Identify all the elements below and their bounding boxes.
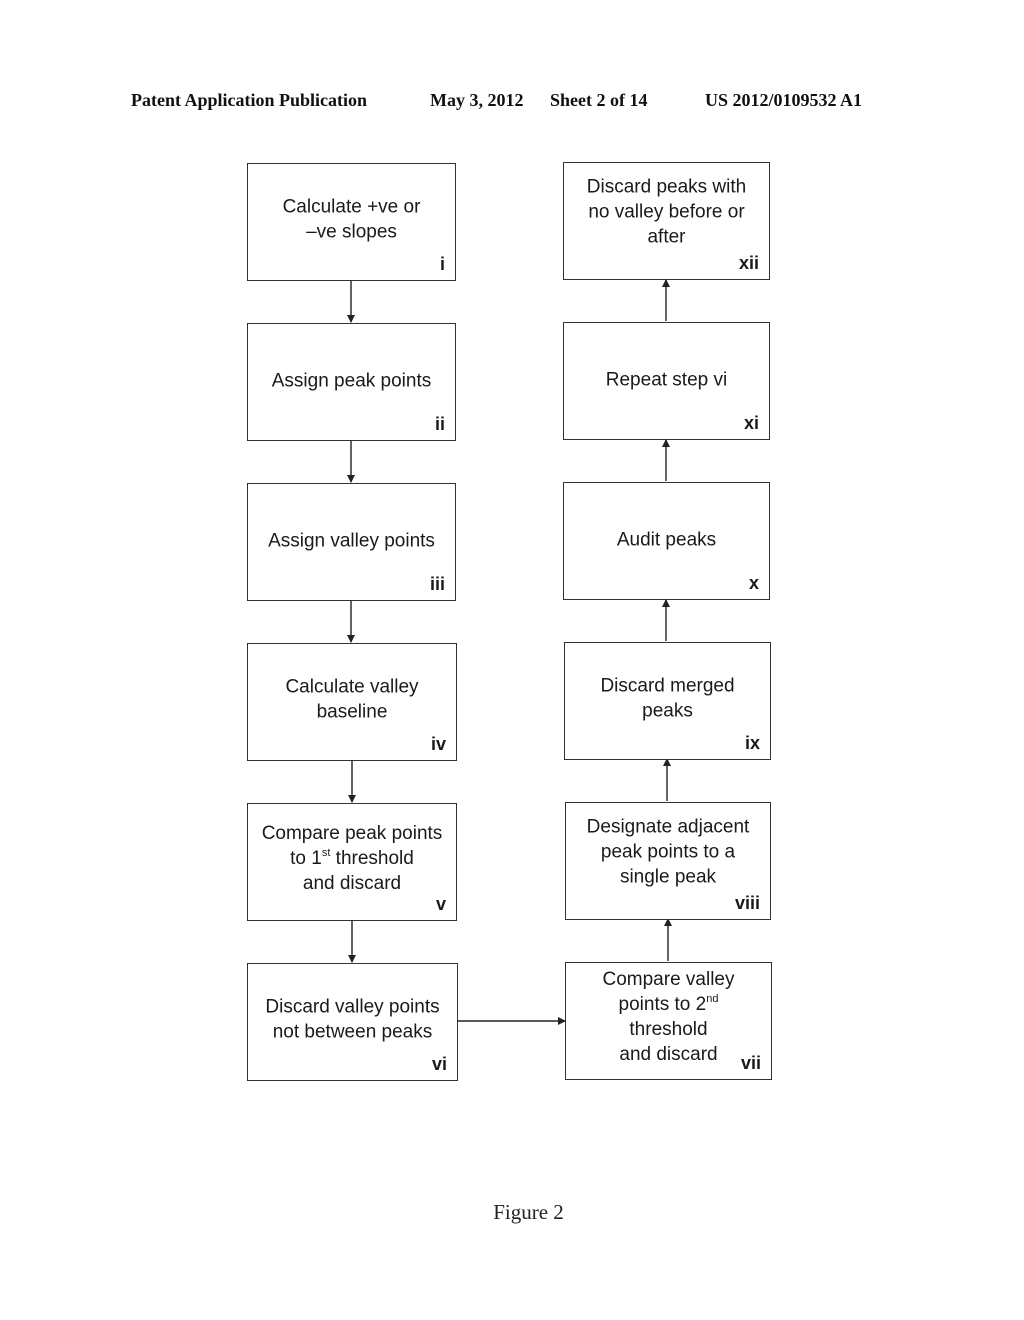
step-box-xi: Repeat step vi xi (563, 322, 770, 440)
step-label: Designate adjacent peak points to a sing… (586, 816, 750, 888)
step-number: iv (430, 734, 446, 754)
step-label: Calculate valley baseline (285, 676, 419, 723)
step-label: Compare valley points to 2nd threshold a… (602, 969, 735, 1065)
step-box-ii: Assign peak points ii (247, 323, 456, 441)
step-label: Assign peak points (271, 370, 432, 392)
step-box-vii: Compare valley points to 2nd threshold a… (565, 962, 772, 1080)
step-number: i (439, 254, 445, 274)
step-box-i: Calculate +ve or –ve slopes i (247, 163, 456, 281)
step-label: Discard peaks with no valley before or a… (586, 176, 747, 248)
step-number: x (748, 573, 759, 593)
step-number: iii (429, 574, 445, 594)
flow-connectors (347, 279, 672, 1025)
step-number: vi (431, 1054, 447, 1074)
step-box-iii: Assign valley points iii (247, 483, 456, 601)
step-label: Calculate +ve or –ve slopes (282, 196, 421, 243)
step-box-vi: Discard valley points not between peaks … (247, 963, 458, 1081)
step-box-ix: Discard merged peaks ix (564, 642, 771, 760)
step-number: v (435, 894, 446, 914)
step-box-x: Audit peaks x (563, 482, 770, 600)
step-label: Discard merged peaks (600, 675, 735, 722)
step-label: Assign valley points (268, 530, 435, 552)
step-label: Compare peak points to 1st threshold and… (261, 822, 443, 894)
step-number: viii (734, 893, 760, 913)
step-box-v: Compare peak points to 1st threshold and… (247, 803, 457, 921)
step-label: Audit peaks (616, 529, 717, 551)
step-number: ix (744, 733, 760, 753)
step-box-xii: Discard peaks with no valley before or a… (563, 162, 770, 280)
step-box-iv: Calculate valley baseline iv (247, 643, 457, 761)
step-label: Repeat step vi (605, 369, 728, 391)
step-number: ii (434, 414, 445, 434)
step-number: xi (743, 413, 759, 433)
figure-caption: Figure 2 (493, 1200, 564, 1224)
step-number: xii (738, 253, 759, 273)
step-number: vii (740, 1053, 761, 1073)
step-label: Discard valley points not between peaks (265, 996, 440, 1043)
step-box-viii: Designate adjacent peak points to a sing… (565, 802, 771, 920)
